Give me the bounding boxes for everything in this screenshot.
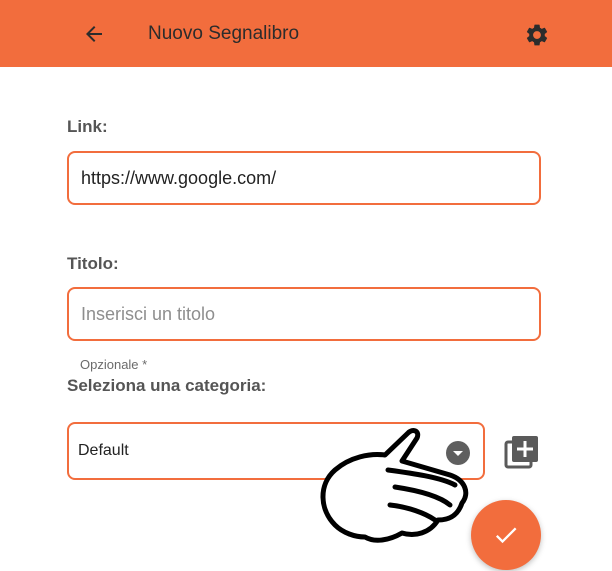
gear-icon [526,24,548,46]
back-button[interactable] [78,18,110,50]
title-input[interactable]: Inserisci un titolo [67,287,541,341]
add-category-button[interactable] [504,434,540,470]
confirm-fab-button[interactable] [471,500,541,570]
category-label: Seleziona una categoria: [67,376,267,395]
app-bar: Nuovo Segnalibro [0,0,612,67]
link-label: Link: [67,117,108,136]
settings-button[interactable] [520,18,554,52]
check-icon [495,527,517,544]
title-label: Titolo: [67,254,119,273]
category-selected-value: Default [78,442,129,459]
link-input[interactable]: https://www.google.com/ [67,151,541,205]
dropdown-arrow-icon [446,441,470,465]
title-helper-text: Opzionale * [80,357,148,372]
category-dropdown[interactable]: Default [67,422,485,480]
arrow-back-icon [86,26,102,42]
add-category-icon [504,436,538,469]
page-title: Nuovo Segnalibro [148,23,300,44]
